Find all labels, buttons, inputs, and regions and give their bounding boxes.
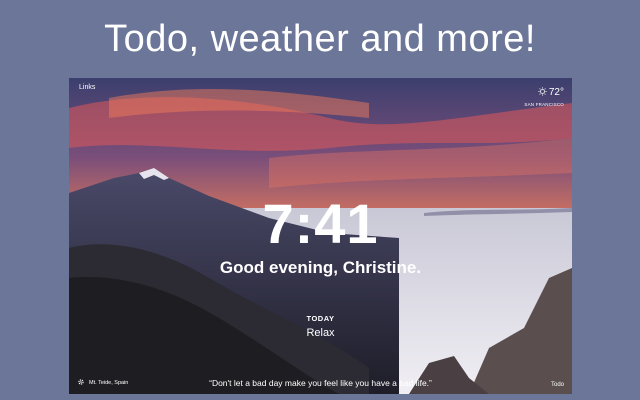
- settings-button[interactable]: Mt. Teide, Spain: [77, 378, 128, 388]
- photo-location: Mt. Teide, Spain: [89, 380, 129, 386]
- gear-icon: [77, 378, 85, 388]
- weather-temperature: 72°: [548, 86, 564, 98]
- weather-city: SAN FRANCISCO: [524, 102, 564, 107]
- weather-widget[interactable]: 72° SAN FRANCISCO: [524, 83, 564, 108]
- clock: 7:41: [262, 192, 379, 255]
- quote: “Don't let a bad day make you feel like …: [209, 378, 432, 388]
- app-screenshot: Links 72° SAN FRANCISCO 7:41 Good evenin…: [69, 78, 572, 394]
- todo-button[interactable]: Todo: [551, 382, 564, 388]
- sun-icon: [538, 83, 547, 101]
- focus-text[interactable]: Relax: [69, 327, 572, 339]
- links-button[interactable]: Links: [79, 84, 95, 91]
- focus-label: TODAY: [306, 314, 335, 323]
- greeting: Good evening, Christine.: [219, 258, 422, 277]
- promo-headline: Todo, weather and more!: [104, 18, 536, 60]
